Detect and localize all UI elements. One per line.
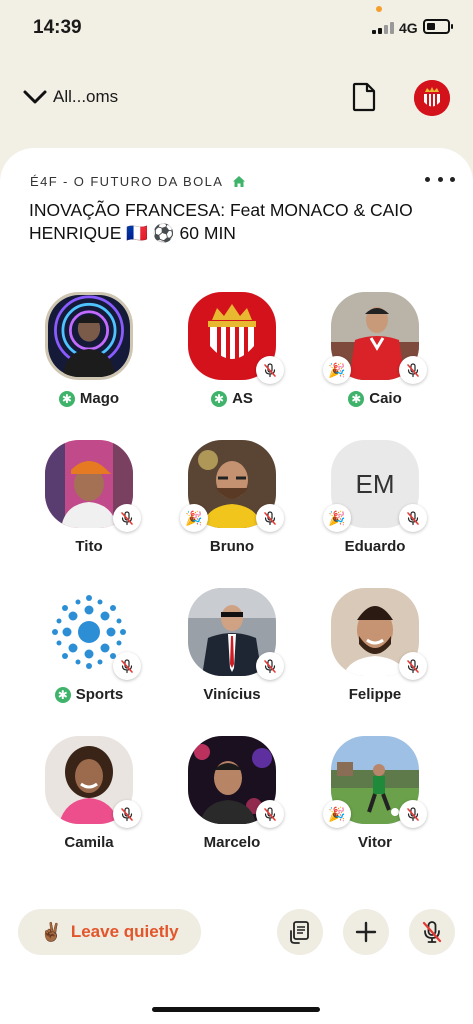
speaker-name-row: ✱ AS xyxy=(162,390,302,407)
mic-off-icon xyxy=(113,800,141,828)
signal-icon xyxy=(372,22,396,34)
leave-label: Leave quietly xyxy=(70,922,179,941)
battery-icon xyxy=(423,19,453,34)
speaker-tile: EM 🎉 Eduardo xyxy=(305,440,445,580)
speaker-avatar-button[interactable] xyxy=(45,736,141,828)
speaker-tile: 🎉 Vitor xyxy=(305,736,445,876)
speaker-name: Vinícius xyxy=(203,686,261,703)
speaker-tile: ✱ Sports xyxy=(19,588,159,728)
speaker-name: Bruno xyxy=(209,538,255,555)
bottom-bar: ✌🏾 Leave quietly xyxy=(0,900,473,1024)
party-popper-icon: 🎉 xyxy=(323,800,351,828)
speaker-avatar-button[interactable]: 🎉 xyxy=(323,736,427,828)
plus-icon xyxy=(355,921,377,943)
party-popper-icon: 🎉 xyxy=(323,504,351,532)
speaker-avatar-button[interactable] xyxy=(188,736,284,828)
mute-toggle-button[interactable] xyxy=(409,909,455,955)
mic-off-icon xyxy=(256,356,284,384)
party-popper-icon: 🎉 xyxy=(323,356,351,384)
speaker-tile: Marcelo xyxy=(162,736,302,876)
add-button[interactable] xyxy=(343,909,389,955)
more-options-button[interactable] xyxy=(425,170,455,188)
speaker-name-row: Tito xyxy=(19,538,159,555)
club-name: É4F - O FUTURO DA BOLA xyxy=(30,174,224,189)
mic-off-icon xyxy=(256,504,284,532)
speaker-name: Sports xyxy=(75,686,124,703)
mic-off-icon xyxy=(113,504,141,532)
speaker-name-row: ✱ Sports xyxy=(19,686,159,703)
room-card: É4F - O FUTURO DA BOLA INOVAÇÃO FRANCESA… xyxy=(0,148,473,968)
moderator-icon: ✱ xyxy=(211,390,228,407)
monaco-crest-icon xyxy=(414,80,450,116)
speaker-name: Mago xyxy=(79,390,120,407)
home-indicator xyxy=(152,1007,320,1012)
speaker-name: Tito xyxy=(75,538,103,555)
speaker-avatar-button[interactable] xyxy=(188,588,284,680)
speaker-name-row: ✱ Mago xyxy=(19,390,159,407)
party-popper-icon: 🎉 xyxy=(180,504,208,532)
mic-off-icon xyxy=(399,504,427,532)
room-title: INOVAÇÃO FRANCESA: Feat MONACO & CAIO HE… xyxy=(29,200,413,243)
speaker-tile: ✱ AS xyxy=(162,292,302,432)
raise-hand-icon xyxy=(290,921,309,944)
speaker-tile: 🎉 Bruno xyxy=(162,440,302,580)
back-to-rooms-button[interactable]: All...oms xyxy=(22,84,118,110)
moderator-icon: ✱ xyxy=(58,390,75,407)
document-icon[interactable] xyxy=(350,82,378,112)
speaker-avatar-button[interactable] xyxy=(188,292,284,384)
top-bar: All...oms xyxy=(0,70,473,126)
speaker-name: Eduardo xyxy=(344,538,406,555)
house-icon xyxy=(233,176,246,187)
leave-quietly-button[interactable]: ✌🏾 Leave quietly xyxy=(18,909,201,955)
club-line[interactable]: É4F - O FUTURO DA BOLA xyxy=(30,174,246,189)
chevron-down-icon xyxy=(23,90,47,104)
speaker-tile: Felippe xyxy=(305,588,445,728)
status-time: 14:39 xyxy=(33,17,82,38)
speaker-avatar-button[interactable] xyxy=(331,588,427,680)
speaker-tile: Vinícius xyxy=(162,588,302,728)
speaker-name-row: ✱ Caio xyxy=(305,390,445,407)
speaker-avatar-button[interactable] xyxy=(45,292,133,380)
avatar xyxy=(45,292,133,380)
speaker-avatar-button[interactable]: 🎉 xyxy=(180,440,284,532)
mic-off-icon xyxy=(399,652,427,680)
speaker-name: Caio xyxy=(369,390,402,407)
speaker-avatar-button[interactable] xyxy=(45,440,141,532)
speaker-name: Marcelo xyxy=(203,834,261,851)
moderator-icon: ✱ xyxy=(348,390,365,407)
mic-off-icon xyxy=(422,921,442,943)
mic-off-icon xyxy=(399,800,427,828)
speaker-name: Felippe xyxy=(348,686,402,703)
network-label: 4G xyxy=(399,20,418,36)
speaker-name-row: Marcelo xyxy=(162,834,302,851)
speaker-name-row: Camila xyxy=(19,834,159,851)
club-avatar[interactable] xyxy=(414,80,450,116)
speaker-name-row: Felippe xyxy=(305,686,445,703)
speaker-name: Vitor xyxy=(358,834,392,851)
speaker-name-row: Bruno xyxy=(162,538,302,555)
raise-hand-button[interactable] xyxy=(277,909,323,955)
speaker-name-row: Vinícius xyxy=(162,686,302,703)
moderator-icon: ✱ xyxy=(54,686,71,703)
speaker-avatar-button[interactable]: 🎉 xyxy=(323,292,427,384)
status-bar: 14:39 4G xyxy=(0,0,473,56)
speaker-tile: Tito xyxy=(19,440,159,580)
mic-off-icon xyxy=(256,652,284,680)
mic-off-icon xyxy=(256,800,284,828)
speaker-tile: ✱ Mago xyxy=(19,292,159,432)
speaker-name: AS xyxy=(232,390,253,407)
speaker-avatar-button[interactable]: EM 🎉 xyxy=(323,440,427,532)
speaker-tile: 🎉 ✱ Caio xyxy=(305,292,445,432)
mic-off-icon xyxy=(113,652,141,680)
speaker-tile: Camila xyxy=(19,736,159,876)
speaker-name-row: Eduardo xyxy=(305,538,445,555)
mic-off-icon xyxy=(399,356,427,384)
speaker-name: Camila xyxy=(64,834,114,851)
privacy-dot-icon xyxy=(376,6,382,12)
back-label: All...oms xyxy=(53,87,119,106)
speaker-avatar-button[interactable] xyxy=(45,588,141,680)
speaker-name-row: Vitor xyxy=(305,834,445,851)
peace-hand-icon: ✌🏾 xyxy=(40,921,63,942)
